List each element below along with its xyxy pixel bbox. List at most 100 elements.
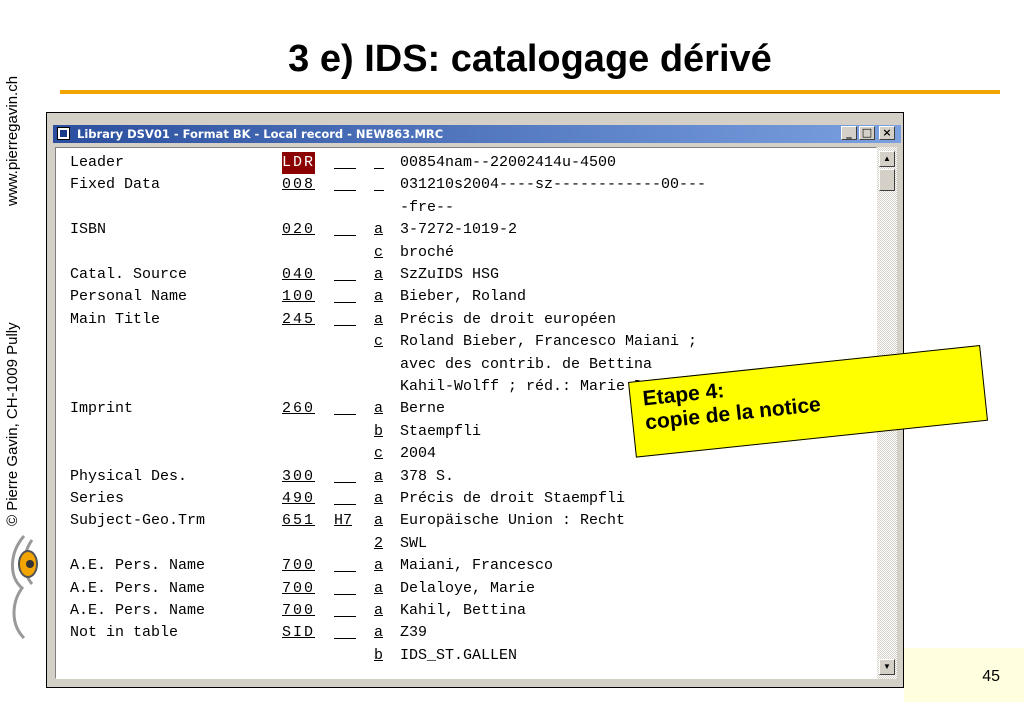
- field-tag[interactable]: 651: [282, 510, 315, 532]
- maximize-button[interactable]: □: [859, 126, 875, 140]
- field-indicator-blank[interactable]: [334, 174, 356, 192]
- field-value[interactable]: Bieber, Roland: [400, 286, 526, 308]
- field-value[interactable]: broché: [400, 242, 454, 264]
- field-tag[interactable]: 260: [282, 398, 315, 420]
- field-tag[interactable]: 700: [282, 600, 315, 622]
- field-indicator-blank[interactable]: [334, 398, 356, 416]
- field-indicator-blank[interactable]: [334, 466, 356, 483]
- field-value[interactable]: 378 S.: [400, 466, 454, 488]
- field-label: Fixed Data: [70, 176, 161, 194]
- field-tag[interactable]: 700: [282, 555, 315, 577]
- field-value[interactable]: Staempfli: [400, 421, 481, 443]
- field-value[interactable]: avec des contrib. de Bettina: [400, 354, 652, 376]
- field-indicator-blank[interactable]: [334, 555, 356, 573]
- field-indicator[interactable]: H7: [334, 510, 352, 532]
- field-label: A.E. Pers. Name: [70, 579, 206, 597]
- subfield-code[interactable]: a: [374, 309, 383, 331]
- field-label: Series: [70, 490, 125, 507]
- field-indicator-blank[interactable]: [334, 219, 356, 237]
- field-indicator-blank[interactable]: [334, 264, 356, 281]
- field-value[interactable]: Z39: [400, 622, 427, 644]
- page-number: 45: [982, 668, 1000, 685]
- field-value[interactable]: Précis de droit européen: [400, 309, 616, 331]
- scroll-thumb[interactable]: [879, 169, 895, 191]
- scroll-up-button[interactable]: ▲: [879, 151, 895, 167]
- subfield-code[interactable]: a: [374, 578, 383, 600]
- footer-band: [904, 648, 1024, 702]
- field-indicator-blank[interactable]: [334, 578, 356, 595]
- subfield-code[interactable]: c: [374, 443, 383, 465]
- field-value[interactable]: Roland Bieber, Francesco Maiani ;: [400, 331, 697, 353]
- logo-icon: [11, 535, 38, 640]
- subfield-code[interactable]: a: [374, 600, 383, 622]
- subfield-code[interactable]: a: [374, 622, 383, 644]
- field-label: Personal Name: [70, 288, 188, 306]
- subfield-code[interactable]: a: [374, 219, 383, 241]
- field-indicator-blank[interactable]: [334, 309, 356, 326]
- field-value[interactable]: IDS_ST.GALLEN: [400, 645, 517, 667]
- field-tag[interactable]: SID: [282, 622, 315, 644]
- field-indicator-blank[interactable]: [334, 600, 356, 617]
- field-tag[interactable]: 245: [282, 309, 315, 331]
- field-label: A.E. Pers. Name: [70, 602, 206, 619]
- field-indicator-blank[interactable]: [334, 152, 356, 169]
- field-tag[interactable]: 300: [282, 466, 315, 488]
- window-title: Library DSV01 - Format BK - Local record…: [77, 127, 444, 141]
- field-value[interactable]: 031210s2004----sz------------00---: [400, 174, 706, 196]
- field-indicator-blank[interactable]: [334, 622, 356, 640]
- field-value[interactable]: Kahil, Bettina: [400, 600, 526, 622]
- subfield-code[interactable]: 2: [374, 533, 383, 555]
- title-divider: [60, 90, 1000, 94]
- field-label: Leader: [70, 154, 125, 171]
- field-value[interactable]: SWL: [400, 533, 427, 555]
- field-tag[interactable]: 100: [282, 286, 315, 308]
- field-value[interactable]: -fre--: [400, 197, 454, 219]
- app-icon[interactable]: [57, 127, 70, 140]
- field-tag[interactable]: 008: [282, 174, 315, 196]
- field-label: Physical Des.: [70, 467, 188, 485]
- window-titlebar[interactable]: Library DSV01 - Format BK - Local record…: [53, 125, 901, 143]
- field-tag[interactable]: 020: [282, 219, 315, 241]
- field-label: Catal. Source: [70, 266, 188, 283]
- field-value[interactable]: Europäische Union : Recht: [400, 510, 625, 532]
- website-credit: www.pierregavin.ch: [4, 75, 21, 206]
- subfield-code[interactable]: b: [374, 421, 383, 443]
- close-button[interactable]: ×: [879, 126, 895, 140]
- scroll-down-button[interactable]: ▼: [879, 659, 895, 675]
- field-indicator-blank[interactable]: [334, 488, 356, 505]
- field-label: Not in table: [70, 624, 179, 642]
- field-value[interactable]: Berne: [400, 398, 445, 420]
- field-indicator2-blank[interactable]: [374, 152, 384, 169]
- subfield-code[interactable]: a: [374, 398, 383, 420]
- field-value[interactable]: 2004: [400, 443, 436, 465]
- subfield-code[interactable]: c: [374, 331, 383, 353]
- field-value[interactable]: SzZuIDS HSG: [400, 264, 499, 286]
- field-tag[interactable]: 490: [282, 488, 315, 510]
- field-label: Imprint: [70, 400, 134, 418]
- subfield-code[interactable]: a: [374, 488, 383, 510]
- minimize-button[interactable]: _: [841, 126, 857, 140]
- subfield-code[interactable]: a: [374, 264, 383, 286]
- copyright-credit: © Pierre Gavin, CH-1009 Pully: [4, 322, 21, 526]
- field-label: A.E. Pers. Name: [70, 557, 206, 575]
- field-label: ISBN: [70, 221, 107, 239]
- field-value[interactable]: Maiani, Francesco: [400, 555, 553, 577]
- field-value[interactable]: Précis de droit Staempfli: [400, 488, 625, 510]
- field-tag[interactable]: 700: [282, 578, 315, 600]
- subfield-code[interactable]: a: [374, 510, 383, 532]
- field-label: Main Title: [70, 310, 161, 328]
- page-title: 3 e) IDS: catalogage dérivé: [288, 38, 772, 80]
- subfield-code[interactable]: c: [374, 242, 383, 264]
- field-indicator2-blank[interactable]: [374, 174, 384, 192]
- subfield-code[interactable]: a: [374, 555, 383, 577]
- field-label: Subject-Geo.Trm: [70, 512, 206, 530]
- field-value[interactable]: Delaloye, Marie: [400, 578, 535, 600]
- subfield-code[interactable]: a: [374, 286, 383, 308]
- field-tag[interactable]: 040: [282, 264, 315, 286]
- subfield-code[interactable]: a: [374, 466, 383, 488]
- field-tag[interactable]: LDR: [282, 152, 316, 174]
- field-indicator-blank[interactable]: [334, 286, 356, 304]
- field-value[interactable]: 3-7272-1019-2: [400, 219, 517, 241]
- subfield-code[interactable]: b: [374, 645, 383, 667]
- field-value[interactable]: 00854nam--22002414u-4500: [400, 152, 616, 174]
